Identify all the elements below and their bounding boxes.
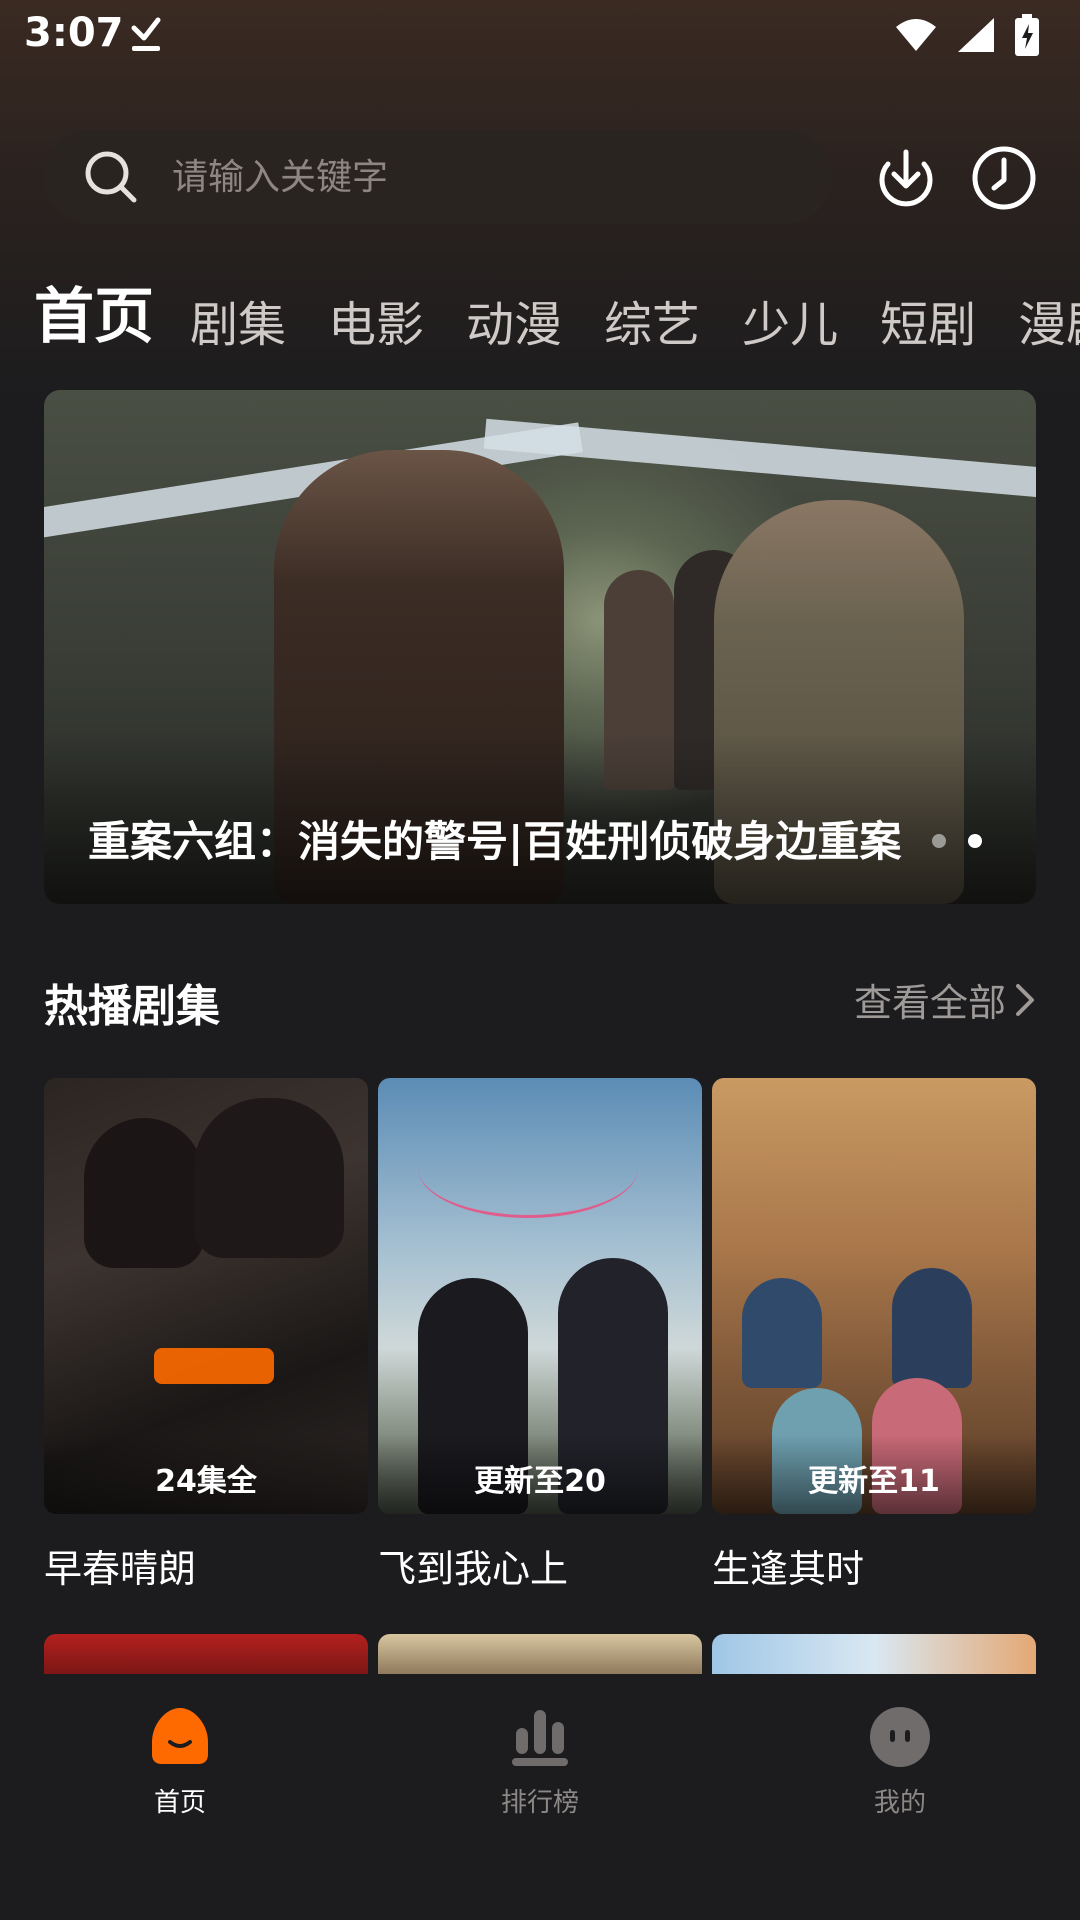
show-title[interactable]: 生逢其时 <box>712 1538 864 1593</box>
profile-icon <box>870 1707 930 1767</box>
nav-mine-label: 我的 <box>873 1788 926 1818</box>
search-input[interactable] <box>172 130 772 224</box>
poster-art <box>892 1268 972 1388</box>
nav-home[interactable]: 首页 <box>80 1706 280 1819</box>
see-all-label: 查看全部 <box>853 981 1006 1025</box>
tab-comic-drama[interactable]: 漫剧 <box>1018 285 1080 348</box>
poster-card[interactable]: 更新至11 <box>712 1078 1036 1514</box>
ranking-icon <box>512 1710 568 1766</box>
tab-home[interactable]: 首页 <box>34 268 154 348</box>
status-bar: 3:07 <box>0 0 1080 72</box>
history-icon[interactable] <box>970 144 1038 212</box>
show-title[interactable]: 飞到我心上 <box>378 1538 568 1593</box>
home-icon <box>152 1708 208 1764</box>
tab-short-drama[interactable]: 短剧 <box>880 285 976 348</box>
poster-badge: 更新至11 <box>712 1434 1036 1514</box>
poster-card-partial[interactable] <box>712 1634 1036 1674</box>
category-tabs: 首页剧集电影动漫综艺少儿短剧漫剧 <box>34 268 1080 348</box>
carousel-dots <box>932 834 982 848</box>
tab-movies[interactable]: 电影 <box>328 285 424 348</box>
poster-art <box>742 1278 822 1388</box>
status-time: 3:07 <box>24 10 124 56</box>
carousel-dot-active[interactable] <box>968 834 982 848</box>
nav-mine[interactable]: 我的 <box>800 1706 1000 1819</box>
carousel-dot[interactable] <box>932 834 946 848</box>
featured-banner[interactable]: 重案六组：消失的警号|百姓刑侦破身边重案 <box>44 390 1036 904</box>
status-icons <box>894 14 1040 56</box>
section-title: 热播剧集 <box>44 981 220 1032</box>
see-all-link[interactable]: 查看全部 <box>854 972 1036 1027</box>
tab-series[interactable]: 剧集 <box>190 285 286 348</box>
nav-ranking[interactable]: 排行榜 <box>440 1706 640 1819</box>
poster-card-partial[interactable] <box>44 1634 368 1674</box>
poster-art <box>194 1098 344 1258</box>
download-icon[interactable] <box>872 144 940 212</box>
poster-art <box>84 1118 204 1268</box>
tab-variety[interactable]: 综艺 <box>604 285 700 348</box>
poster-badge: 更新至20 <box>378 1434 702 1514</box>
nav-home-label: 首页 <box>153 1788 206 1818</box>
tab-kids[interactable]: 少儿 <box>742 285 838 348</box>
bottom-nav: 首页 排行榜 我的 <box>0 1682 1080 1920</box>
search-bar[interactable] <box>44 130 832 224</box>
signal-icon <box>958 18 994 52</box>
poster-art <box>418 1118 638 1218</box>
download-complete-icon <box>131 17 161 51</box>
search-icon <box>85 151 137 203</box>
poster-card[interactable]: 24集全 <box>44 1078 368 1514</box>
nav-ranking-label: 排行榜 <box>500 1788 579 1818</box>
banner-title: 重案六组：消失的警号|百姓刑侦破身边重案 <box>88 817 902 866</box>
chevron-right-icon <box>1016 983 1034 1016</box>
poster-card[interactable]: 更新至20 <box>378 1078 702 1514</box>
poster-badge: 24集全 <box>44 1434 368 1514</box>
battery-icon <box>1015 14 1039 56</box>
tab-anime[interactable]: 动漫 <box>466 285 562 348</box>
wifi-icon <box>896 19 936 51</box>
police-tape <box>483 418 1036 500</box>
poster-sponsor-badge <box>154 1348 274 1384</box>
poster-card-partial[interactable] <box>378 1634 702 1674</box>
show-title[interactable]: 早春晴朗 <box>44 1538 196 1593</box>
